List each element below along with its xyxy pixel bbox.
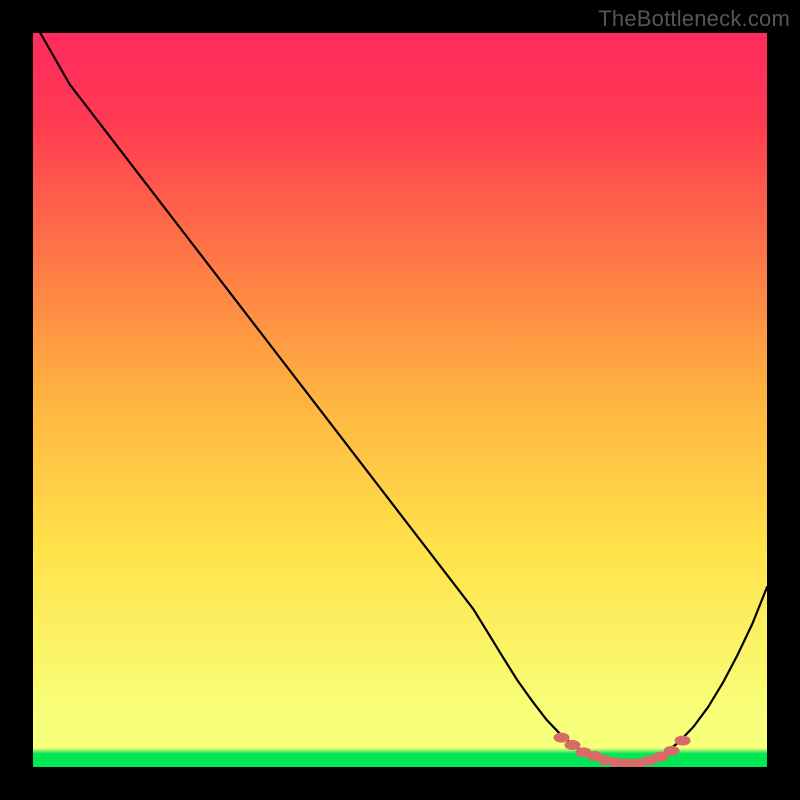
bottleneck-curve bbox=[40, 33, 767, 763]
highlight-dot bbox=[675, 736, 691, 746]
curve-layer bbox=[33, 33, 767, 767]
highlight-dot bbox=[553, 733, 569, 743]
highlight-dot bbox=[664, 746, 680, 756]
plot-area bbox=[33, 33, 767, 767]
watermark-text: TheBottleneck.com bbox=[598, 6, 790, 32]
chart-canvas: TheBottleneck.com bbox=[0, 0, 800, 800]
highlight-dot bbox=[564, 740, 580, 750]
optimal-range-dots bbox=[553, 733, 690, 767]
